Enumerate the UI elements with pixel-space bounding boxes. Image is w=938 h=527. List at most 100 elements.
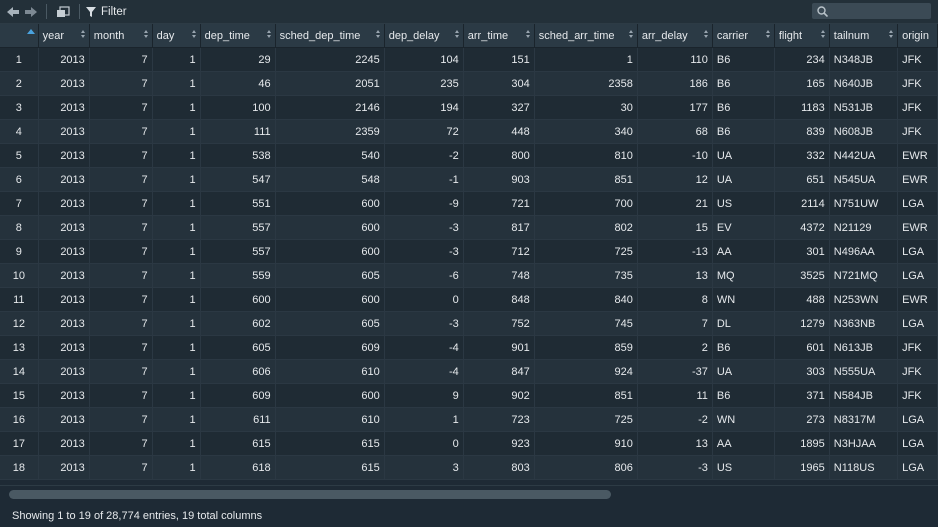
- table-row: 6 2013 7 1 547 548 -1 903 851 12 UA 651 N545UA EWR: [0, 167, 938, 192]
- column-header-label: sched_arr_time: [538, 29, 615, 42]
- table-cell: 1: [534, 47, 638, 72]
- table-cell: 235: [384, 71, 464, 96]
- table-cell: 7: [89, 47, 153, 72]
- table-cell: N3HJAA: [829, 431, 899, 456]
- row-index-cell: 12: [0, 311, 39, 336]
- funnel-icon: [86, 6, 96, 17]
- arrow-left-icon: [7, 6, 19, 17]
- table-cell: B6: [712, 95, 775, 120]
- table-cell: EWR: [897, 167, 938, 192]
- table-cell: 1: [152, 143, 201, 168]
- column-header-arr-time[interactable]: arr_time: [463, 24, 535, 48]
- table-cell: 11: [637, 383, 713, 408]
- column-header-dep-time[interactable]: dep_time: [200, 24, 276, 48]
- sort-arrows-icon: [375, 30, 380, 38]
- table-cell: B6: [712, 383, 775, 408]
- forward-button[interactable]: [22, 0, 40, 23]
- table-cell: 2013: [38, 95, 90, 120]
- table-cell: 1: [384, 407, 464, 432]
- sort-arrows-icon: [628, 30, 633, 38]
- table-cell: 194: [384, 95, 464, 120]
- table-cell: 2051: [275, 71, 385, 96]
- row-index-cell: 5: [0, 143, 39, 168]
- sort-arrows-icon: [143, 30, 148, 38]
- column-header-arr-delay[interactable]: arr_delay: [637, 24, 713, 48]
- back-button[interactable]: [4, 0, 22, 23]
- table-cell: 29: [200, 47, 276, 72]
- table-cell: 304: [463, 71, 535, 96]
- table-cell: 30: [534, 95, 638, 120]
- table-cell: -9: [384, 191, 464, 216]
- column-header-sched-dep-time[interactable]: sched_dep_time: [275, 24, 385, 48]
- table-cell: 1: [152, 95, 201, 120]
- column-header-dep-delay[interactable]: dep_delay: [384, 24, 464, 48]
- table-cell: N21129: [829, 215, 899, 240]
- column-header-tailnum[interactable]: tailnum: [829, 24, 899, 48]
- table-cell: 712: [463, 239, 535, 264]
- table-cell: 2: [637, 335, 713, 360]
- table-cell: B6: [712, 47, 775, 72]
- table-cell: JFK: [897, 47, 938, 72]
- table-cell: -2: [637, 407, 713, 432]
- table-row: 15 2013 7 1 609 600 9 902 851 11 B6 371 N584JB JFK: [0, 383, 938, 408]
- table-cell: 72: [384, 119, 464, 144]
- table-cell: 21: [637, 191, 713, 216]
- column-header-origin[interactable]: origin: [897, 24, 938, 48]
- table-cell: 601: [774, 335, 830, 360]
- column-header-flight[interactable]: flight: [774, 24, 830, 48]
- table-cell: B6: [712, 71, 775, 96]
- table-cell: 234: [774, 47, 830, 72]
- row-index-header[interactable]: [0, 24, 39, 48]
- search-input[interactable]: [832, 5, 928, 17]
- column-header-carrier[interactable]: carrier: [712, 24, 775, 48]
- table-cell: -4: [384, 359, 464, 384]
- sort-arrows-icon: [525, 30, 530, 38]
- table-cell: N608JB: [829, 119, 899, 144]
- table-cell: 602: [200, 311, 276, 336]
- horizontal-scrollbar[interactable]: [0, 485, 938, 504]
- column-header-day[interactable]: day: [152, 24, 201, 48]
- table-cell: 301: [774, 239, 830, 264]
- column-header-label: carrier: [716, 29, 749, 42]
- column-header-label: dep_time: [204, 29, 250, 42]
- table-cell: 605: [275, 263, 385, 288]
- table-cell: -1: [384, 167, 464, 192]
- show-in-new-window-button[interactable]: [53, 0, 73, 23]
- column-header-year[interactable]: year: [38, 24, 90, 48]
- column-header-label: sched_dep_time: [279, 29, 361, 42]
- scrollbar-thumb[interactable]: [9, 490, 611, 499]
- sort-arrows-icon: [889, 30, 894, 38]
- sort-arrows-icon: [454, 30, 459, 38]
- table-cell: JFK: [897, 119, 938, 144]
- table-cell: 1965: [774, 455, 830, 480]
- data-table: year month day dep_time sched_dep_time d…: [0, 24, 938, 480]
- table-cell: 303: [774, 359, 830, 384]
- table-cell: 7: [89, 95, 153, 120]
- column-header-sched-arr-time[interactable]: sched_arr_time: [534, 24, 638, 48]
- table-cell: 327: [463, 95, 535, 120]
- table-cell: 557: [200, 239, 276, 264]
- table-cell: 551: [200, 191, 276, 216]
- table-cell: N363NB: [829, 311, 899, 336]
- table-cell: 7: [89, 191, 153, 216]
- table-cell: 847: [463, 359, 535, 384]
- table-cell: 2013: [38, 455, 90, 480]
- table-row: 5 2013 7 1 538 540 -2 800 810 -10 UA 332 N442UA EWR: [0, 143, 938, 168]
- table-cell: 615: [275, 455, 385, 480]
- table-cell: 7: [89, 215, 153, 240]
- table-cell: 13: [637, 263, 713, 288]
- table-cell: 1: [152, 335, 201, 360]
- table-cell: 600: [275, 191, 385, 216]
- table-cell: N721MQ: [829, 263, 899, 288]
- table-cell: 1: [152, 167, 201, 192]
- row-index-cell: 6: [0, 167, 39, 192]
- table-cell: -6: [384, 263, 464, 288]
- column-header-month[interactable]: month: [89, 24, 153, 48]
- table-cell: 606: [200, 359, 276, 384]
- entries-summary: Showing 1 to 19 of 28,774 entries, 19 to…: [12, 509, 263, 522]
- table-cell: 4372: [774, 215, 830, 240]
- search-box[interactable]: [812, 3, 931, 19]
- table-cell: 1: [152, 359, 201, 384]
- table-cell: LGA: [897, 311, 938, 336]
- filter-button[interactable]: Filter: [86, 6, 127, 18]
